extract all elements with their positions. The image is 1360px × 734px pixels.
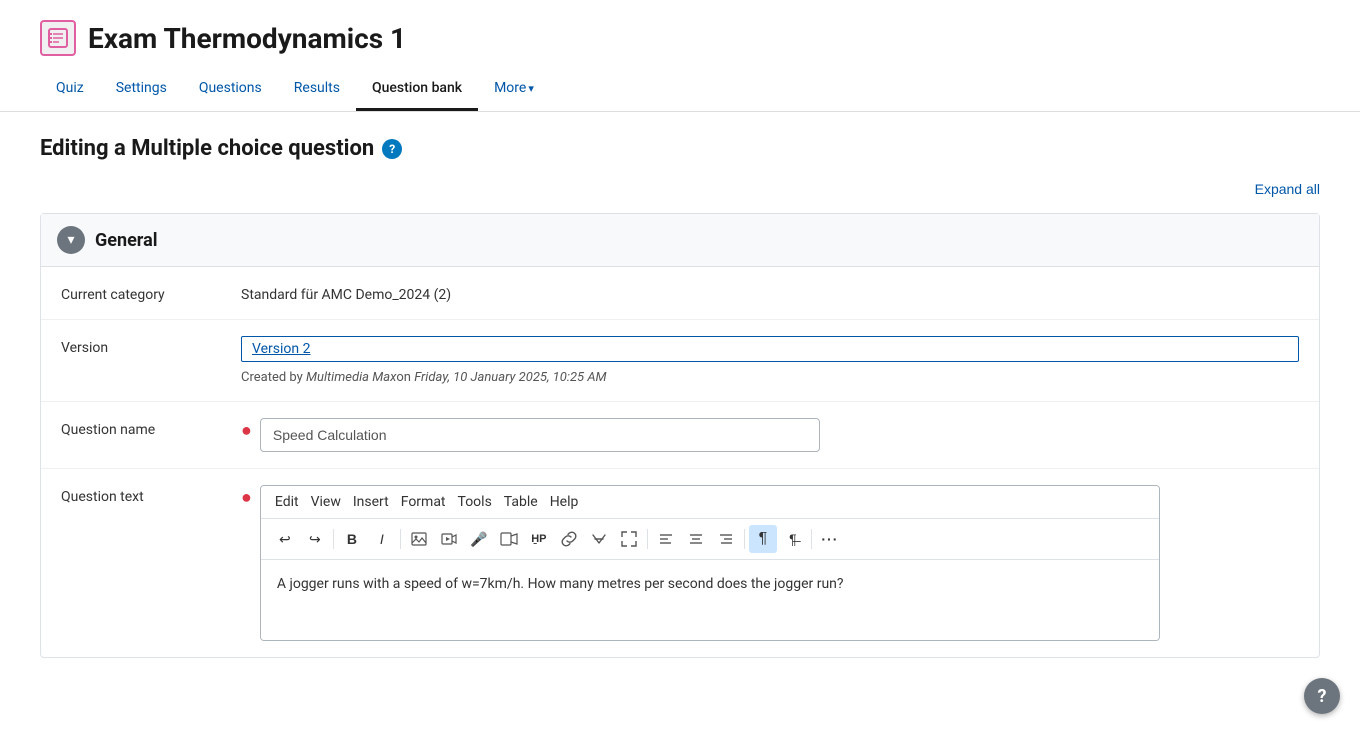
general-section-header: ▾ General <box>41 214 1319 267</box>
question-name-content: ● <box>241 418 1299 452</box>
chevron-down-icon: ▾ <box>67 232 74 248</box>
media-button[interactable] <box>495 525 523 553</box>
toolbar-sep-2 <box>400 529 401 549</box>
pilcrow-button[interactable]: ¶̶ <box>779 525 807 553</box>
nav-tabs: Quiz Settings Questions Results Question… <box>40 72 1320 111</box>
bold-button[interactable]: B <box>338 525 366 553</box>
more-button[interactable]: ··· <box>816 525 844 553</box>
audio-button[interactable]: 🎤 <box>465 525 493 553</box>
undo-button[interactable]: ↩ <box>271 525 299 553</box>
question-text-row: Question text ● Edit View Insert Format … <box>41 469 1319 657</box>
page-title: Exam Thermodynamics 1 <box>88 22 406 55</box>
link-button[interactable] <box>555 525 583 553</box>
help-bubble[interactable]: ? <box>1304 678 1340 714</box>
editor-content: A jogger runs with a speed of w=7km/h. H… <box>277 576 1143 592</box>
chevron-down-icon: ▾ <box>528 82 534 95</box>
editing-title-row: Editing a Multiple choice question ? <box>40 136 1320 161</box>
menu-tools[interactable]: Tools <box>454 492 496 512</box>
editing-help-icon[interactable]: ? <box>382 139 402 159</box>
question-name-row: Question name ● <box>41 402 1319 469</box>
video-button[interactable] <box>435 525 463 553</box>
question-name-required-icon: ● <box>241 420 252 441</box>
menu-edit[interactable]: Edit <box>271 492 303 512</box>
align-left-button[interactable] <box>652 525 680 553</box>
version-link[interactable]: Version 2 <box>241 336 1299 362</box>
menu-help[interactable]: Help <box>546 492 583 512</box>
menu-insert[interactable]: Insert <box>349 492 393 512</box>
general-section-toggle[interactable]: ▾ <box>57 226 85 254</box>
toolbar-sep-3 <box>647 529 648 549</box>
redo-button[interactable]: ↪ <box>301 525 329 553</box>
italic-button[interactable]: I <box>368 525 396 553</box>
question-text-required-icon: ● <box>241 487 252 508</box>
current-category-label: Current category <box>61 283 221 303</box>
current-category-row: Current category Standard für AMC Demo_2… <box>41 267 1319 320</box>
question-name-field <box>260 418 1299 452</box>
main-content: Editing a Multiple choice question ? Exp… <box>0 112 1360 682</box>
tab-quiz[interactable]: Quiz <box>40 72 100 111</box>
align-center-button[interactable] <box>682 525 710 553</box>
editor-body[interactable]: A jogger runs with a speed of w=7km/h. H… <box>261 560 1159 640</box>
question-name-input[interactable] <box>260 418 820 452</box>
menu-table[interactable]: Table <box>500 492 542 512</box>
question-name-label: Question name <box>61 418 221 438</box>
editor-toolbar: ↩ ↪ B I <box>261 519 1159 560</box>
version-author: Multimedia Max <box>306 370 396 385</box>
version-created-text: Created by Multimedia Maxon Friday, 10 J… <box>241 370 1299 385</box>
menu-format[interactable]: Format <box>397 492 450 512</box>
fullscreen-button[interactable] <box>615 525 643 553</box>
special-chars-button[interactable] <box>585 525 613 553</box>
rich-text-editor: Edit View Insert Format Tools Table Help… <box>260 485 1160 641</box>
image-button[interactable] <box>405 525 433 553</box>
paragraph-button[interactable]: ¶ <box>749 525 777 553</box>
question-text-label: Question text <box>61 485 221 505</box>
created-by-prefix: Created by <box>241 370 306 385</box>
question-text-content: ● Edit View Insert Format Tools Table <box>241 485 1299 641</box>
current-category-field: Standard für AMC Demo_2024 (2) <box>241 283 1299 303</box>
editor-menubar: Edit View Insert Format Tools Table Help <box>261 486 1159 519</box>
align-right-button[interactable] <box>712 525 740 553</box>
current-category-value: Standard für AMC Demo_2024 (2) <box>241 283 1299 303</box>
quiz-icon <box>40 20 76 56</box>
tab-more[interactable]: More ▾ <box>478 72 550 111</box>
question-text-field: Edit View Insert Format Tools Table Help… <box>260 485 1299 641</box>
toolbar-sep-5 <box>811 529 812 549</box>
tab-results[interactable]: Results <box>278 72 356 111</box>
general-section: ▾ General Current category Standard für … <box>40 213 1320 658</box>
tab-question-bank[interactable]: Question bank <box>356 72 478 111</box>
toolbar-sep-4 <box>744 529 745 549</box>
expand-all-button[interactable]: Expand all <box>1255 181 1320 197</box>
version-date: Friday, 10 January 2025, 10:25 AM <box>414 370 606 385</box>
editing-title-text: Editing a Multiple choice question <box>40 136 374 161</box>
page-header: Exam Thermodynamics 1 Quiz Settings Ques… <box>0 0 1360 112</box>
expand-all-row: Expand all <box>40 181 1320 197</box>
general-section-title: General <box>95 230 158 251</box>
date-prefix: on <box>396 370 414 385</box>
tab-questions[interactable]: Questions <box>183 72 278 111</box>
page-title-row: Exam Thermodynamics 1 <box>40 20 1320 56</box>
toolbar-sep-1 <box>333 529 334 549</box>
general-section-body: Current category Standard für AMC Demo_2… <box>41 267 1319 657</box>
tab-settings[interactable]: Settings <box>100 72 183 111</box>
h-p-button[interactable]: H̱P <box>525 525 553 553</box>
version-label: Version <box>61 336 221 356</box>
menu-view[interactable]: View <box>307 492 345 512</box>
version-field: Version 2 Created by Multimedia Maxon Fr… <box>241 336 1299 385</box>
version-row: Version Version 2 Created by Multimedia … <box>41 320 1319 402</box>
